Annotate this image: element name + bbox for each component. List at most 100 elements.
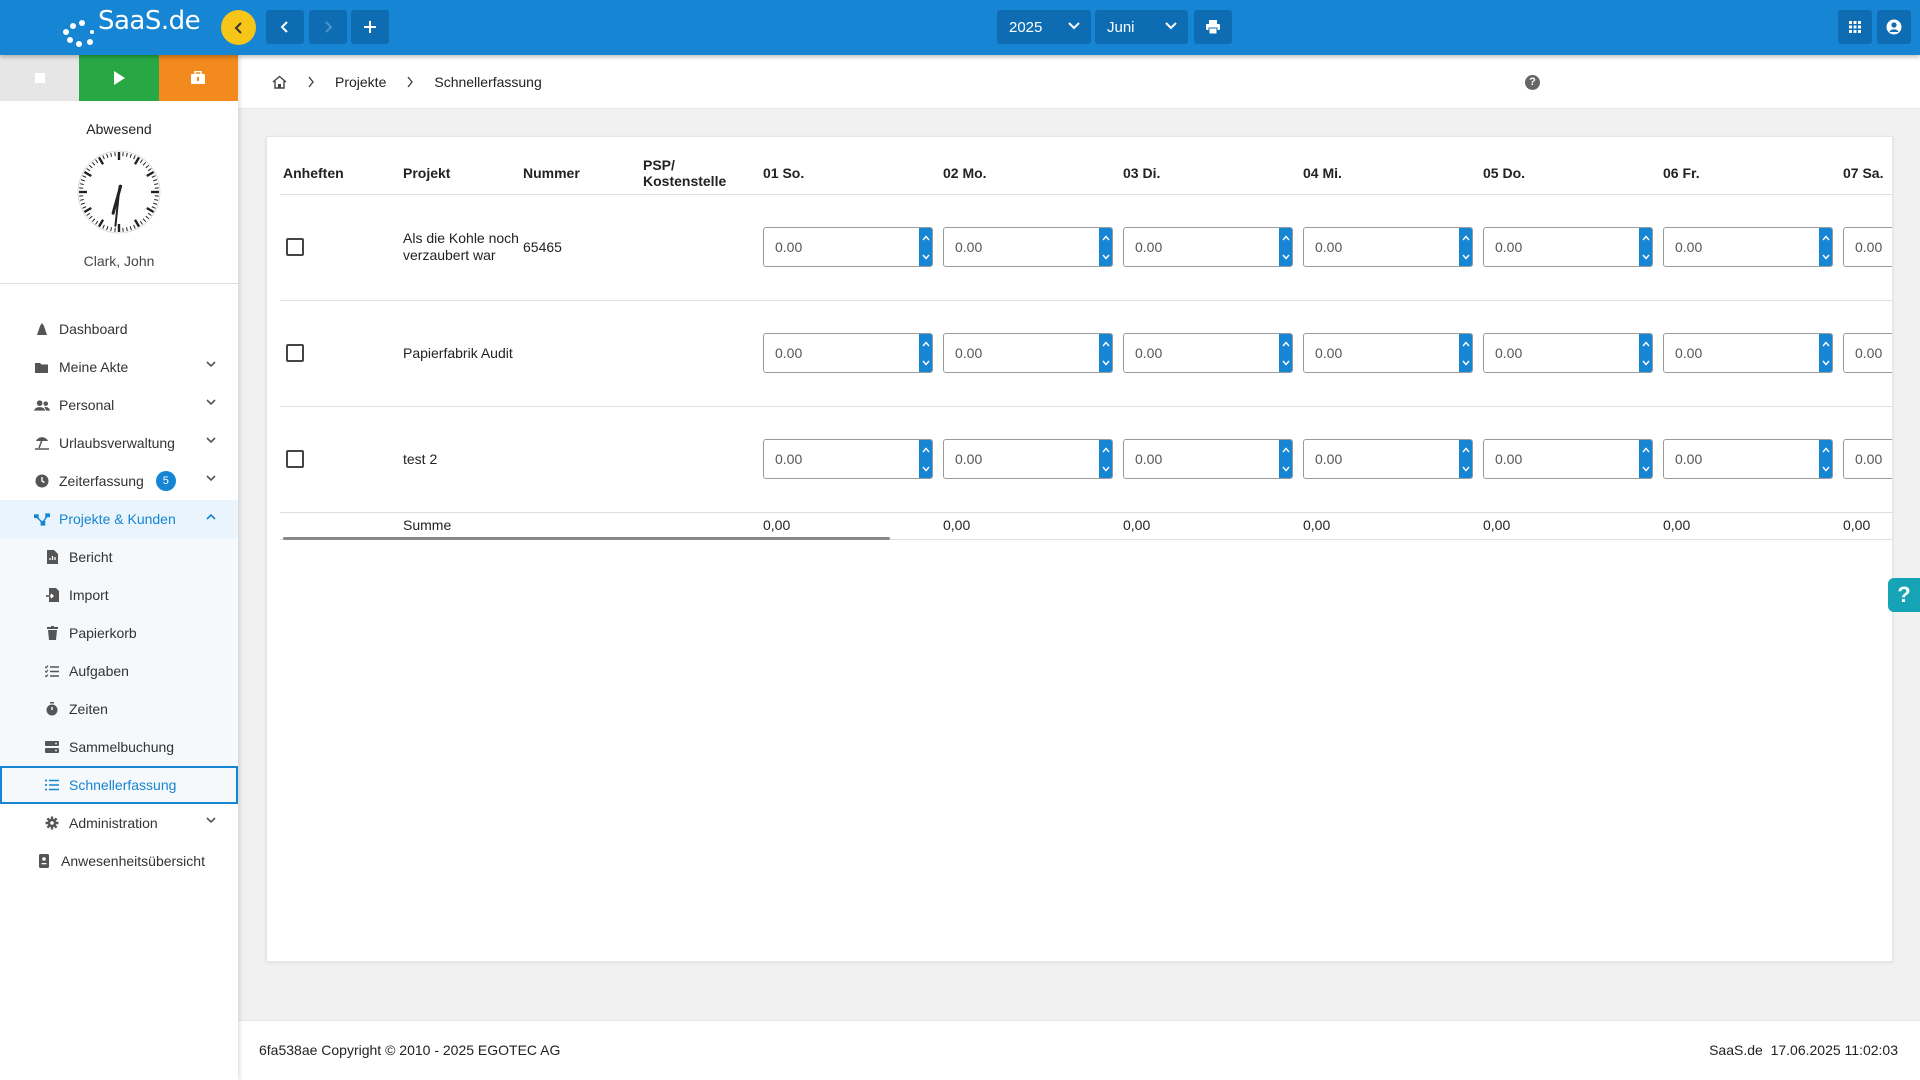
sidebar-item-import[interactable]: Import	[0, 576, 238, 614]
hours-input[interactable]: 0.00	[1303, 439, 1473, 479]
chevron-up-icon[interactable]	[1281, 234, 1290, 241]
sidebar-item-personal[interactable]: Personal	[0, 386, 238, 424]
pin-checkbox[interactable]	[286, 450, 304, 468]
number-spinner[interactable]	[919, 440, 932, 478]
hours-input[interactable]: 0.00	[1843, 333, 1892, 373]
chevron-up-icon[interactable]	[1101, 446, 1110, 453]
pin-checkbox[interactable]	[286, 238, 304, 256]
number-spinner[interactable]	[1819, 228, 1832, 266]
chevron-down-icon[interactable]	[1281, 360, 1290, 366]
hours-input[interactable]: 0.00	[1663, 439, 1833, 479]
sidebar-item-bericht[interactable]: Bericht	[0, 538, 238, 576]
sidebar-item-papierkorb[interactable]: Papierkorb	[0, 614, 238, 652]
next-button[interactable]	[309, 10, 347, 44]
number-spinner[interactable]	[1279, 228, 1292, 266]
number-spinner[interactable]	[1279, 334, 1292, 372]
hours-input[interactable]: 0.00	[1123, 227, 1293, 267]
chevron-down-icon[interactable]	[1461, 360, 1470, 366]
number-spinner[interactable]	[1639, 228, 1652, 266]
number-spinner[interactable]	[1099, 334, 1112, 372]
number-spinner[interactable]	[1099, 440, 1112, 478]
hours-input[interactable]: 0.00	[1663, 333, 1833, 373]
sidebar-item-administration[interactable]: Administration	[0, 804, 238, 842]
hours-input[interactable]: 0.00	[943, 333, 1113, 373]
help-widget-button[interactable]: ?	[1888, 578, 1920, 612]
number-spinner[interactable]	[919, 228, 932, 266]
number-spinner[interactable]	[1459, 334, 1472, 372]
chevron-down-icon[interactable]	[1821, 466, 1830, 472]
chevron-down-icon[interactable]	[921, 360, 930, 366]
month-select[interactable]: Juni	[1095, 10, 1188, 44]
hours-input[interactable]: 0.00	[763, 333, 933, 373]
sidebar-item-schnellerfassung[interactable]: Schnellerfassung	[0, 766, 238, 804]
sidebar-item-urlaubsverwaltung[interactable]: Urlaubsverwaltung	[0, 424, 238, 462]
chevron-down-icon[interactable]	[1101, 360, 1110, 366]
number-spinner[interactable]	[919, 334, 932, 372]
chevron-up-icon[interactable]	[1461, 446, 1470, 453]
number-spinner[interactable]	[1819, 440, 1832, 478]
breadcrumb-projekte[interactable]: Projekte	[335, 74, 386, 90]
chevron-up-icon[interactable]	[1821, 446, 1830, 453]
sidebar-item-meine-akte[interactable]: Meine Akte	[0, 348, 238, 386]
break-button[interactable]	[158, 55, 238, 101]
chevron-down-icon[interactable]	[1461, 254, 1470, 260]
hours-input[interactable]: 0.00	[1483, 333, 1653, 373]
chevron-down-icon[interactable]	[1641, 254, 1650, 260]
chevron-down-icon[interactable]	[921, 254, 930, 260]
chevron-up-icon[interactable]	[1641, 234, 1650, 241]
hours-input[interactable]: 0.00	[943, 227, 1113, 267]
sidebar-item-aufgaben[interactable]: Aufgaben	[0, 652, 238, 690]
horizontal-scrollbar[interactable]	[283, 537, 890, 540]
chevron-up-icon[interactable]	[1641, 340, 1650, 347]
hours-input[interactable]: 0.00	[763, 227, 933, 267]
sidebar-item-sammelbuchung[interactable]: Sammelbuchung	[0, 728, 238, 766]
hours-input[interactable]: 0.00	[1483, 439, 1653, 479]
user-menu-button[interactable]	[1877, 10, 1911, 44]
start-button[interactable]	[79, 55, 159, 101]
hours-input[interactable]: 0.00	[943, 439, 1113, 479]
hours-input[interactable]: 0.00	[1663, 227, 1833, 267]
chevron-up-icon[interactable]	[1461, 340, 1470, 347]
number-spinner[interactable]	[1459, 228, 1472, 266]
year-select[interactable]: 2025	[997, 10, 1091, 44]
chevron-down-icon[interactable]	[1821, 254, 1830, 260]
sidebar-item-dashboard[interactable]: Dashboard	[0, 310, 238, 348]
chevron-up-icon[interactable]	[921, 340, 930, 347]
chevron-down-icon[interactable]	[1461, 466, 1470, 472]
chevron-up-icon[interactable]	[921, 446, 930, 453]
hours-input[interactable]: 0.00	[1843, 227, 1892, 267]
sidebar-item-zeiterfassung[interactable]: Zeiterfassung 5	[0, 462, 238, 500]
number-spinner[interactable]	[1819, 334, 1832, 372]
collapse-sidebar-button[interactable]	[221, 10, 256, 45]
add-button[interactable]	[351, 10, 389, 44]
stop-button[interactable]	[0, 55, 80, 101]
sidebar-item-projekte-kunden[interactable]: Projekte & Kunden	[0, 500, 238, 538]
chevron-down-icon[interactable]	[1281, 466, 1290, 472]
number-spinner[interactable]	[1459, 440, 1472, 478]
hours-input[interactable]: 0.00	[1123, 333, 1293, 373]
hours-input[interactable]: 0.00	[1843, 439, 1892, 479]
chevron-down-icon[interactable]	[1101, 254, 1110, 260]
sidebar-item-anwesenheitsuebersicht[interactable]: Anwesenheitsübersicht	[0, 842, 238, 880]
chevron-up-icon[interactable]	[921, 234, 930, 241]
chevron-up-icon[interactable]	[1281, 446, 1290, 453]
number-spinner[interactable]	[1639, 440, 1652, 478]
chevron-down-icon[interactable]	[1281, 254, 1290, 260]
chevron-up-icon[interactable]	[1101, 234, 1110, 241]
chevron-up-icon[interactable]	[1101, 340, 1110, 347]
hours-input[interactable]: 0.00	[1303, 333, 1473, 373]
print-button[interactable]	[1194, 10, 1232, 44]
sidebar-item-zeiten[interactable]: Zeiten	[0, 690, 238, 728]
chevron-up-icon[interactable]	[1281, 340, 1290, 347]
chevron-down-icon[interactable]	[1821, 360, 1830, 366]
home-icon[interactable]	[272, 75, 287, 89]
number-spinner[interactable]	[1279, 440, 1292, 478]
chevron-down-icon[interactable]	[921, 466, 930, 472]
chevron-down-icon[interactable]	[1641, 466, 1650, 472]
chevron-down-icon[interactable]	[1101, 466, 1110, 472]
help-icon[interactable]: ?	[1525, 75, 1540, 90]
saas-logo[interactable]: SaaS.de	[60, 6, 201, 48]
chevron-up-icon[interactable]	[1821, 234, 1830, 241]
chevron-up-icon[interactable]	[1461, 234, 1470, 241]
previous-button[interactable]	[266, 10, 304, 44]
